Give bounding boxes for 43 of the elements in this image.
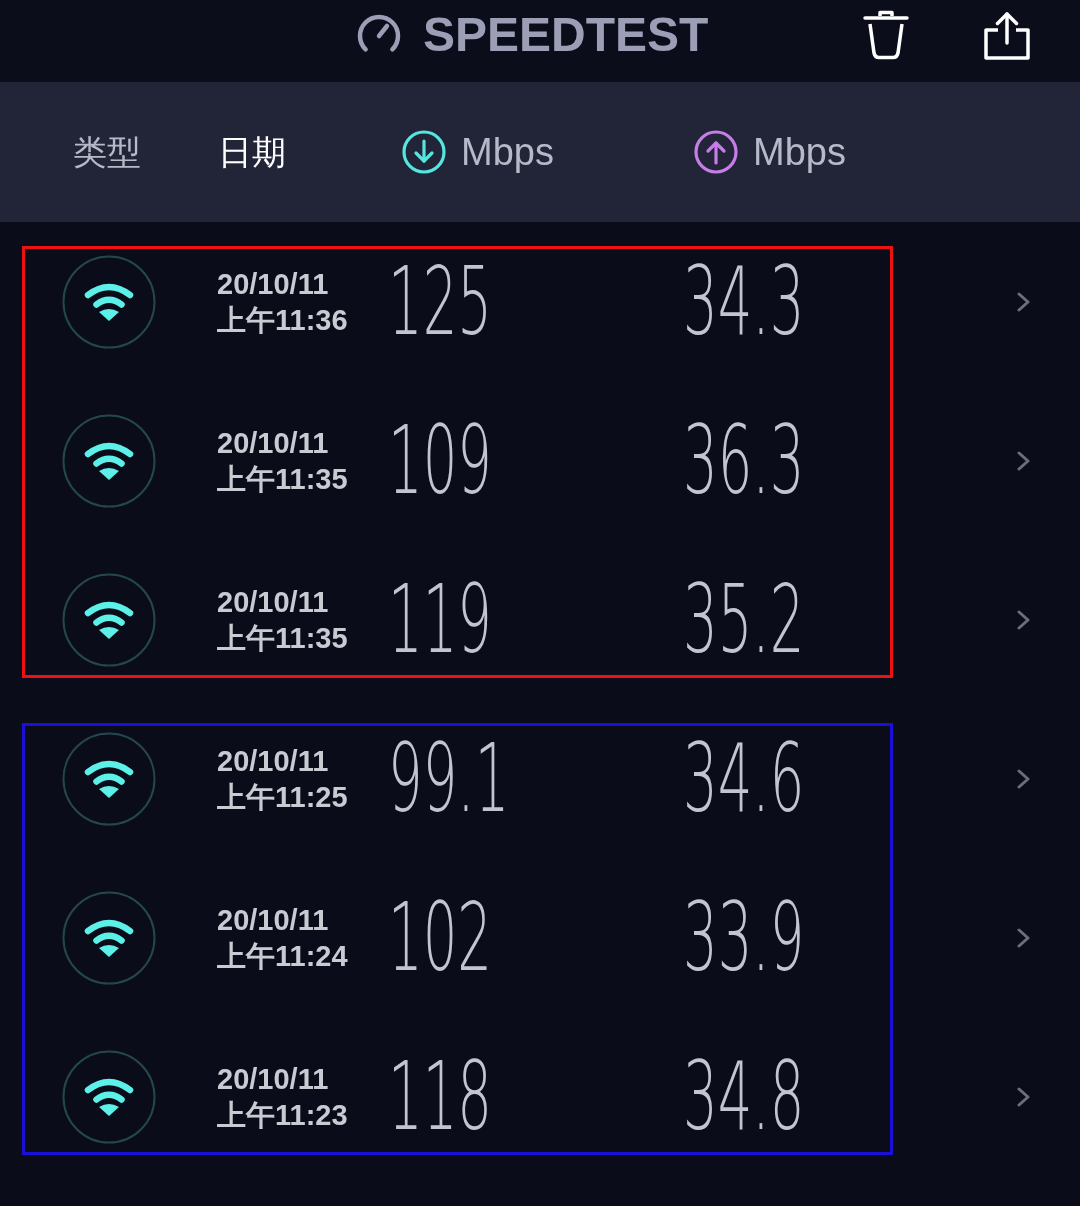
download-speed: 118 [388, 1049, 493, 1144]
wifi-icon [62, 254, 156, 349]
column-header[interactable]: 日期 [218, 135, 286, 169]
test-time: 上午11:23 [217, 1097, 348, 1133]
chevron-icon[interactable] [1017, 609, 1030, 630]
trash-icon[interactable] [863, 10, 909, 60]
test-date: 20/10/11 [217, 584, 329, 620]
upload-speed: 33.9 [683, 890, 805, 985]
chevron-icon[interactable] [1017, 1086, 1030, 1107]
column-header[interactable]: Mbps [753, 133, 846, 171]
upload-speed: 34.3 [683, 254, 805, 349]
test-date: 20/10/11 [217, 1061, 329, 1097]
upload-speed: 35.2 [683, 572, 805, 667]
column-header[interactable]: Mbps [461, 133, 554, 171]
chevron-icon[interactable] [1017, 927, 1030, 948]
wifi-icon [62, 413, 156, 508]
chevron-icon[interactable] [1017, 291, 1030, 312]
wifi-icon [62, 890, 156, 985]
test-date: 20/10/11 [217, 743, 329, 779]
download-speed: 102 [388, 890, 493, 985]
upload-speed: 36.3 [683, 413, 805, 508]
share-icon[interactable] [983, 10, 1031, 60]
upload-speed: 34.6 [683, 731, 805, 826]
app-title: SPEEDTEST [423, 11, 709, 59]
upload-speed: 34.8 [683, 1049, 805, 1144]
test-time: 上午11:35 [217, 461, 348, 497]
download-speed: 99.1 [388, 731, 510, 826]
test-date: 20/10/11 [217, 902, 329, 938]
chevron-icon[interactable] [1017, 450, 1030, 471]
test-date: 20/10/11 [217, 425, 329, 461]
column-header[interactable]: 类型 [73, 135, 141, 169]
wifi-icon [62, 731, 156, 826]
test-time: 上午11:24 [217, 938, 348, 974]
download-speed: 109 [388, 413, 493, 508]
test-date: 20/10/11 [217, 266, 329, 302]
wifi-icon [62, 1049, 156, 1144]
download-speed: 119 [388, 572, 493, 667]
test-time: 上午11:36 [217, 302, 348, 338]
test-time: 上午11:25 [217, 779, 348, 815]
download-speed: 125 [388, 254, 493, 349]
wifi-icon [62, 572, 156, 667]
test-time: 上午11:35 [217, 620, 348, 656]
chevron-icon[interactable] [1017, 768, 1030, 789]
